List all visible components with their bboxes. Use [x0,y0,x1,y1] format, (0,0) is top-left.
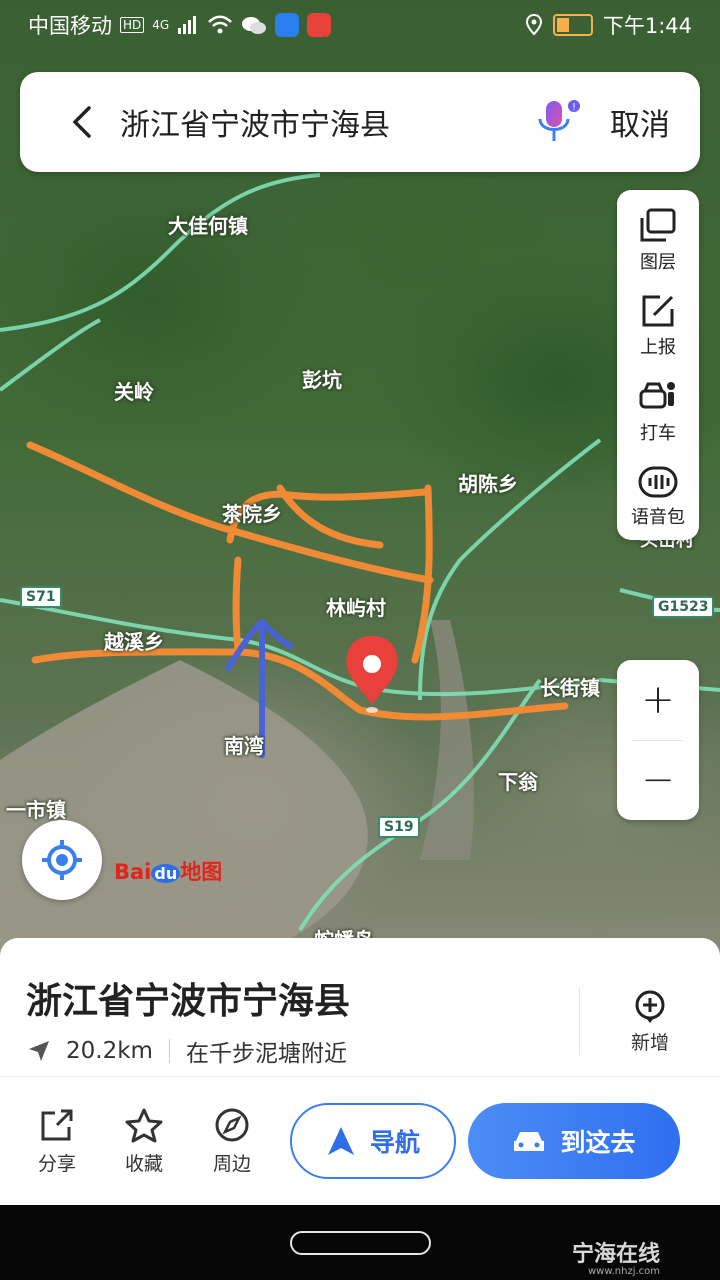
svg-text:!: ! [572,102,576,113]
highway-shield: G1523 [652,596,715,618]
highway-shield: S71 [20,586,62,608]
back-button[interactable] [62,102,102,142]
map-label-village: 彭坑 [302,368,342,392]
place-distance: 20.2km [66,1038,153,1064]
road-north [0,173,321,332]
place-title: 浙江省宁波市宁海县 [26,981,351,1022]
location-pin[interactable] [346,636,398,713]
tool-label: 上报 [640,337,676,359]
add-location-icon [635,990,665,1023]
navigate-button[interactable]: 导航 [290,1103,456,1179]
wechat-icon [242,17,267,34]
bulb-app-icon [275,13,300,37]
search-query[interactable]: 浙江省宁波市宁海县 [120,100,532,144]
map-label-village: 林屿村 [326,596,386,620]
star-icon [125,1108,163,1143]
navigate-label: 导航 [369,1128,420,1157]
nearby-label: 周边 [212,1153,251,1175]
tool-layers[interactable]: 图层 [617,198,699,284]
car-icon [514,1132,545,1151]
zoom-out-button[interactable]: − [617,741,699,821]
watermark-url: www.nhzj.com [587,1266,661,1277]
favorite-label: 收藏 [124,1153,163,1175]
zoom-in-button[interactable]: + [617,660,699,740]
search-bar: 浙江省宁波市宁海县 ! 取消 [20,72,700,172]
map-label-town: 大佳何镇 [168,214,248,238]
zoom-control: + − [617,660,699,820]
add-place-label: 新增 [630,1032,669,1054]
action-bar: 分享 收藏 周边 导航 到这去 [0,1076,720,1205]
site-watermark: 宁海在线 www.nhzj.com [572,1236,660,1277]
go-here-button[interactable]: 到这去 [468,1103,680,1179]
map-label-town: 长街镇 [540,676,600,700]
card-divider [579,988,580,1054]
meta-separator [168,1039,170,1063]
place-nearby-text: 在千步泥塘附近 [185,1041,347,1067]
network-type: 4G [152,18,170,32]
river-channel [420,620,474,860]
tool-report[interactable]: 上报 [617,284,699,370]
add-place-button[interactable]: 新增 [612,990,688,1055]
signal-icon [178,16,197,34]
wifi-icon [208,15,233,34]
voice-search-button[interactable]: ! [532,97,582,147]
tool-label: 图层 [640,251,676,273]
map-label-town: 胡陈乡 [458,472,518,496]
orange-line-left [232,556,242,654]
voice-pack-icon [638,466,678,498]
tool-taxi[interactable]: 打车 [617,369,699,455]
favorite-button[interactable]: 收藏 [114,1107,174,1176]
status-time: 下午1:44 [602,14,692,38]
nearby-button[interactable]: 周边 [202,1107,262,1176]
map-label-village: 关岭 [114,380,154,404]
tool-label: 语音包 [631,507,685,529]
place-info-card[interactable]: 浙江省宁波市宁海县 20.2km 在千步泥塘附近 新增 [0,938,720,1088]
highway-shield: S19 [378,816,420,838]
map-label-town: 越溪乡 [104,630,164,654]
microphone-icon: ! [538,100,580,141]
map-label-village: 下翁 [498,770,538,794]
shopping-app-icon [307,13,332,37]
layers-icon [640,208,676,242]
carrier-label: 中国移动 [28,14,112,38]
home-gesture-bar[interactable] [290,1231,431,1255]
map-label-town: 茶院乡 [222,502,282,526]
map-label-village: 南湾 [224,734,264,758]
cancel-button[interactable]: 取消 [610,100,670,144]
go-here-label: 到这去 [560,1128,636,1157]
crosshair-icon [42,840,82,880]
road-west [0,318,101,392]
map-tools-panel: 图层 上报 打车 语音包 [617,190,699,540]
tool-label: 打车 [640,422,676,444]
taxi-icon [639,381,675,409]
my-location-button[interactable] [22,820,102,900]
direction-icon [29,1041,49,1061]
tool-voice-pack[interactable]: 语音包 [617,455,699,541]
compass-icon [215,1108,249,1142]
map-label-town: 一市镇 [6,798,66,822]
chevron-left-icon [72,106,91,138]
share-button[interactable]: 分享 [27,1107,87,1176]
share-label: 分享 [37,1153,76,1175]
baidu-map-logo: Bai du 地图 [114,860,223,884]
report-icon [642,295,674,327]
navigation-arrow-icon [327,1127,354,1155]
battery-icon [552,14,593,36]
place-meta: 20.2km 在千步泥塘附近 [26,1034,347,1068]
watermark-name: 宁海在线 [572,1242,661,1267]
hd-badge: HD [120,17,145,33]
share-icon [41,1109,73,1141]
location-status-icon [525,14,542,36]
status-bar: 中国移动 HD 4G 下午1:44 [0,0,720,50]
